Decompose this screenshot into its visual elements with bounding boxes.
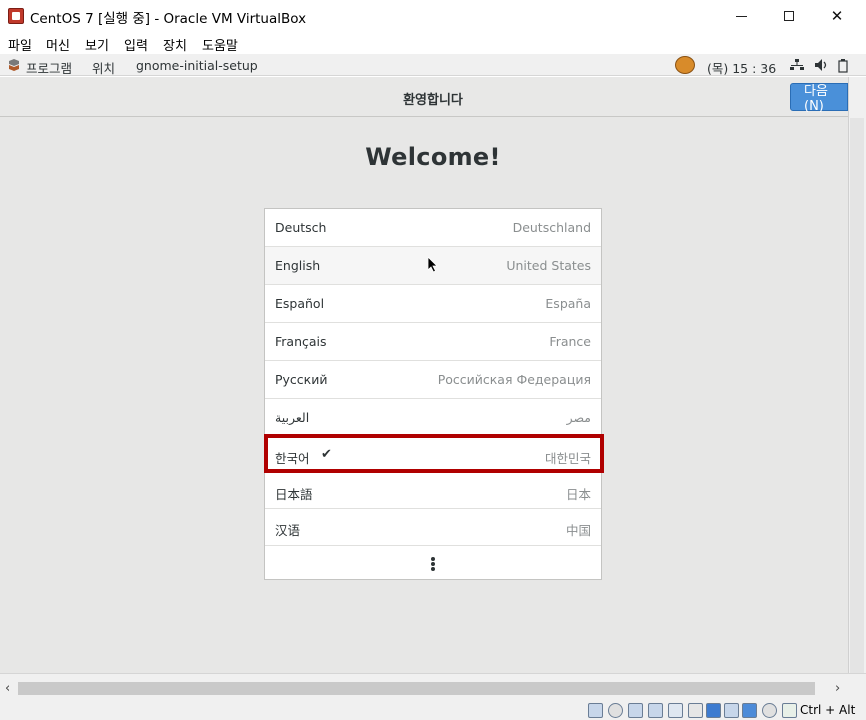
horizontal-scrollbar-thumb[interactable] [18, 682, 815, 695]
maximize-icon [784, 11, 794, 21]
more-languages-row[interactable] [265, 546, 601, 580]
menu-input[interactable]: 입력 [124, 35, 148, 54]
minimize-button[interactable] [718, 0, 764, 32]
welcome-page: Welcome! Deutsch Deutschland English Uni… [0, 117, 848, 673]
language-row-espanol[interactable]: Español España [265, 285, 601, 323]
language-row-deutsch[interactable]: Deutsch Deutschland [265, 209, 601, 247]
language-name: Русский [275, 372, 328, 387]
language-region: 日本 [565, 487, 591, 502]
language-name: Español [275, 296, 325, 311]
power-icon[interactable] [838, 59, 848, 73]
window-titlebar: CentOS 7 [실행 중] - Oracle VM VirtualBox ✕ [0, 0, 866, 32]
vbox-menubar: 파일 머신 보기 입력 장치 도움말 [0, 32, 866, 54]
clock[interactable]: (목) 15 : 36 [707, 58, 776, 77]
hard-disk-icon[interactable] [588, 703, 603, 718]
minimize-icon [735, 15, 747, 17]
page-title: 환영합니다 [403, 93, 463, 108]
menu-devices[interactable]: 장치 [163, 35, 187, 54]
language-region: 中国 [565, 523, 591, 538]
more-options-icon [431, 557, 435, 571]
welcome-heading: Welcome! [365, 143, 501, 171]
menu-file[interactable]: 파일 [8, 35, 32, 54]
next-button[interactable]: 다음(N) [790, 83, 848, 114]
usb-icon[interactable] [668, 703, 683, 718]
language-name: العربية [275, 410, 310, 425]
audio-icon[interactable] [628, 703, 643, 718]
language-region: Российская Федерация [437, 372, 591, 387]
selected-language-highlight [264, 434, 604, 473]
language-row-japanese[interactable]: 日本語 日本 [265, 473, 601, 509]
language-name: Français [275, 334, 327, 349]
menu-help[interactable]: 도움말 [202, 35, 238, 54]
places-menu[interactable]: 위치 [92, 58, 115, 77]
language-row-francais[interactable]: Français France [265, 323, 601, 361]
video-capture-icon[interactable] [724, 703, 739, 718]
language-name: 汉语 [275, 523, 301, 538]
applications-menu[interactable]: 프로그램 [26, 58, 72, 77]
network-icon[interactable] [790, 59, 804, 71]
virtualbox-app-icon [8, 8, 24, 24]
mouse-pointer-icon [428, 257, 438, 273]
gnome-top-panel: 프로그램 위치 gnome-initial-setup (목) 15 : 36 [0, 54, 866, 76]
vertical-scrollbar-thumb[interactable] [850, 118, 864, 673]
network-adapter-icon[interactable] [648, 703, 663, 718]
scroll-left-arrow-icon[interactable]: ‹ [5, 681, 10, 696]
keyboard-capture-icon[interactable] [782, 703, 797, 718]
applications-icon [9, 59, 19, 71]
volume-icon[interactable] [815, 59, 828, 71]
language-region: مصر [566, 410, 591, 425]
language-region: France [549, 334, 591, 349]
mouse-integration-icon[interactable] [762, 703, 777, 718]
cpu-icon[interactable] [742, 703, 757, 718]
language-region: United States [506, 258, 591, 273]
language-name: 日本語 [275, 487, 313, 502]
language-row-arabic[interactable]: العربية مصر [265, 399, 601, 437]
menu-view[interactable]: 보기 [85, 35, 109, 54]
horizontal-scrollbar[interactable]: ‹ › [0, 673, 866, 702]
close-icon: ✕ [830, 7, 844, 25]
window-title: CentOS 7 [실행 중] - Oracle VM VirtualBox [30, 11, 307, 27]
language-row-chinese[interactable]: 汉语 中国 [265, 509, 601, 546]
menu-machine[interactable]: 머신 [46, 35, 70, 54]
gnome-foot-icon [675, 56, 695, 74]
shared-folders-icon[interactable] [688, 703, 703, 718]
current-app-menu[interactable]: gnome-initial-setup [136, 58, 258, 73]
language-name: Deutsch [275, 220, 327, 235]
language-name: English [275, 258, 321, 273]
display-icon[interactable] [706, 703, 721, 718]
vbox-statusbar: Ctrl + Alt [0, 702, 866, 720]
language-row-russian[interactable]: Русский Российская Федерация [265, 361, 601, 399]
maximize-button[interactable] [766, 0, 812, 32]
optical-drive-icon[interactable] [608, 703, 623, 718]
scroll-right-arrow-icon[interactable]: › [835, 681, 840, 696]
language-region: Deutschland [512, 220, 591, 235]
setup-header-bar: 환영합니다 다음(N) [0, 77, 848, 117]
language-region: España [545, 296, 591, 311]
close-button[interactable]: ✕ [814, 0, 860, 32]
host-key-label: Ctrl + Alt [800, 703, 856, 717]
